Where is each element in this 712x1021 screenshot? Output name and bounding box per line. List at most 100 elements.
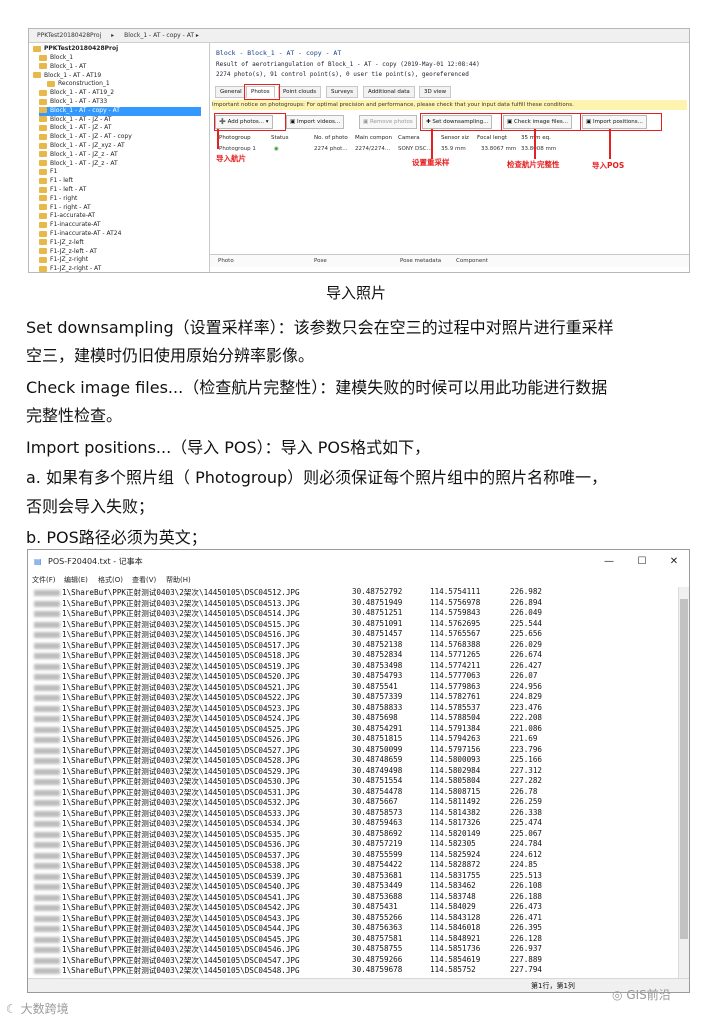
folder-icon — [39, 98, 47, 105]
pos-path: 1\ShareBuf\PPK正射测试0403\2架次\14450105\DSC0… — [34, 703, 300, 714]
folder-icon — [47, 80, 55, 87]
path-prefix: 1\ShareBuf\PPK正射测试0403\2架次\14450105\ — [62, 661, 245, 671]
tree-item[interactable]: Block_1 - AT - AT19 — [33, 72, 101, 81]
pos-path: 1\ShareBuf\PPK正射测试0403\2架次\14450105\DSC0… — [34, 661, 300, 672]
tree-item[interactable]: F1 - right - AT — [39, 204, 91, 213]
photo-filename: DSC04522.JPG — [244, 693, 300, 702]
tree-item[interactable]: Block_1 - AT - JZ_z - AT — [39, 151, 118, 160]
paragraph-3: Check image files...（检查航片完整性）：建模失败的时候可以用… — [26, 378, 608, 397]
photo-filename: DSC04519.JPG — [244, 661, 300, 671]
col-camera[interactable]: Camera — [398, 135, 420, 141]
tree-item[interactable]: F1 - left - AT — [39, 186, 86, 195]
col-no-of-photo[interactable]: No. of photo — [314, 135, 348, 141]
tree-item[interactable]: F1 - right — [39, 195, 77, 204]
check-images-highlight — [501, 113, 581, 131]
tab-3d-view[interactable]: 3D view — [419, 86, 452, 98]
redacted-prefix — [34, 800, 60, 806]
tree-item[interactable]: F1-inaccurate-AT - AT24 — [39, 230, 121, 239]
pos-path: 1\ShareBuf\PPK正射测试0403\2架次\14450105\DSC0… — [34, 860, 300, 871]
tree-item[interactable]: F1-JZ_z-right - AT — [39, 265, 101, 272]
tab-surveys[interactable]: Surveys — [326, 86, 358, 98]
tree-item[interactable]: Block_1 - AT - JZ_z - AT — [39, 160, 118, 169]
tree-item[interactable]: Block_1 - AT - JZ - AT — [39, 116, 111, 125]
menu-help[interactable]: 帮助(H) — [166, 574, 191, 586]
photo-filename: DSC04540.JPG — [244, 882, 300, 891]
path-prefix: 1\ShareBuf\PPK正射测试0403\2架次\14450105\ — [62, 598, 245, 608]
path-prefix: 1\ShareBuf\PPK正射测试0403\2架次\14450105\ — [62, 777, 245, 786]
tree-item[interactable]: F1 — [39, 168, 57, 177]
vertical-scrollbar[interactable] — [678, 587, 689, 978]
folder-icon — [39, 177, 47, 184]
menu-edit[interactable]: 编辑(E) — [64, 574, 88, 586]
altitude-value: 221.086 — [510, 723, 543, 733]
tree-item[interactable]: Block_1 - AT - AT33 — [39, 98, 107, 107]
tree-item-label: F1 - right - AT — [50, 203, 91, 211]
tree-item[interactable]: Block_1 - AT - AT19_2 — [39, 89, 114, 98]
tree-item[interactable]: F1-accurate-AT — [39, 212, 95, 221]
folder-icon — [39, 63, 47, 70]
col-pose-metadata[interactable]: Pose metadata — [400, 258, 441, 264]
tree-item-label: F1 - right — [50, 194, 78, 202]
import-videos-button[interactable]: ▣ Import videos... — [286, 115, 345, 129]
menu-view[interactable]: 查看(V) — [132, 574, 156, 586]
close-button[interactable]: ✕ — [660, 550, 688, 574]
longitude-value: 114.5794263 — [430, 734, 481, 743]
tab-point-clouds[interactable]: Point clouds — [278, 86, 322, 98]
scrollbar-thumb[interactable] — [680, 599, 688, 939]
redacted-prefix — [34, 894, 60, 901]
path-prefix: 1\ShareBuf\PPK正射测试0403\2架次\14450105\ — [62, 913, 245, 923]
col-35mm-eq[interactable]: 35 mm eq. — [521, 135, 551, 141]
tab-additional-data[interactable]: Additional data — [363, 86, 415, 98]
pos-row: 1\ShareBuf\PPK正射测试0403\2架次\14450105\DSC0… — [28, 692, 678, 702]
folder-icon — [39, 89, 47, 96]
redacted-prefix — [34, 590, 60, 596]
path-prefix: 1\ShareBuf\PPK正射测试0403\2架次\14450105\ — [62, 672, 245, 681]
col-photogroup[interactable]: Photogroup — [219, 135, 251, 141]
col-sensor-size[interactable]: Sensor siz — [441, 135, 469, 141]
longitude-value: 114.5825924 — [430, 849, 481, 859]
col-main-component[interactable]: Main compon — [355, 135, 392, 141]
remove-photos-button[interactable]: ▣ Remove photos — [359, 115, 417, 129]
tree-root[interactable]: PPKTest20180428Proj — [33, 45, 118, 54]
photo-filename: DSC04515.JPG — [244, 619, 300, 629]
tab-general[interactable]: General — [215, 86, 247, 98]
minimize-button[interactable]: — — [595, 550, 623, 574]
menu-file[interactable]: 文件(F) — [32, 574, 56, 586]
menu-format[interactable]: 格式(O) — [98, 574, 123, 586]
path-prefix: 1\ShareBuf\PPK正射测试0403\2架次\14450105\ — [62, 714, 245, 723]
redacted-prefix — [34, 611, 60, 617]
tree-item[interactable]: F1-inaccurate-AT — [39, 221, 101, 230]
path-prefix: 1\ShareBuf\PPK正射测试0403\2架次\14450105\ — [62, 945, 245, 954]
col-photo[interactable]: Photo — [218, 258, 234, 264]
notepad-text-area[interactable]: 1\ShareBuf\PPK正射测试0403\2架次\14450105\DSC0… — [28, 587, 678, 978]
col-status[interactable]: Status — [271, 135, 289, 141]
tree-item[interactable]: F1-JZ_z-right — [39, 256, 88, 265]
tree-item[interactable]: Block_1 - AT - JZ_xyz - AT — [39, 142, 125, 151]
tree-item[interactable]: F1-JZ_z-left - AT — [39, 248, 97, 257]
tree-item-label: Reconstruction_1 — [58, 80, 110, 88]
tree-item[interactable]: Block_1 - AT - JZ - AT - copy — [39, 133, 132, 142]
tree-item[interactable]: Block_1 - AT - copy - AT — [39, 106, 201, 116]
cell-photogroup[interactable]: Photogroup 1 — [219, 146, 256, 152]
tree-item[interactable]: F1 - left — [39, 177, 73, 186]
col-pose[interactable]: Pose — [314, 258, 327, 264]
tree-item[interactable]: Block_1 — [39, 54, 73, 63]
folder-icon — [39, 195, 47, 202]
tree-item[interactable]: F1-JZ_z-left — [39, 239, 84, 248]
notepad-title: POS-F20404.txt - 记事本 — [48, 557, 143, 566]
col-focal-length[interactable]: Focal lengt — [477, 135, 507, 141]
tree-item[interactable]: Block_1 - AT — [39, 63, 86, 72]
path-prefix: 1\ShareBuf\PPK正射测试0403\2架次\14450105\ — [62, 703, 245, 713]
notepad-icon: ▤ — [34, 557, 42, 566]
path-prefix: 1\ShareBuf\PPK正射测试0403\2架次\14450105\ — [62, 840, 245, 849]
tree-item-label: Block_1 — [50, 54, 74, 61]
tree-item[interactable]: Block_1 - AT - JZ - AT — [39, 124, 111, 133]
latitude-value: 30.48758692 — [352, 828, 403, 838]
folder-icon — [39, 186, 47, 193]
tree-item[interactable]: Reconstruction_1 — [47, 80, 110, 89]
redacted-prefix — [34, 936, 60, 943]
maximize-button[interactable]: ☐ — [628, 550, 656, 574]
latitude-value: 30.48759463 — [352, 818, 403, 827]
col-component[interactable]: Component — [456, 258, 488, 264]
redacted-prefix — [34, 884, 60, 890]
